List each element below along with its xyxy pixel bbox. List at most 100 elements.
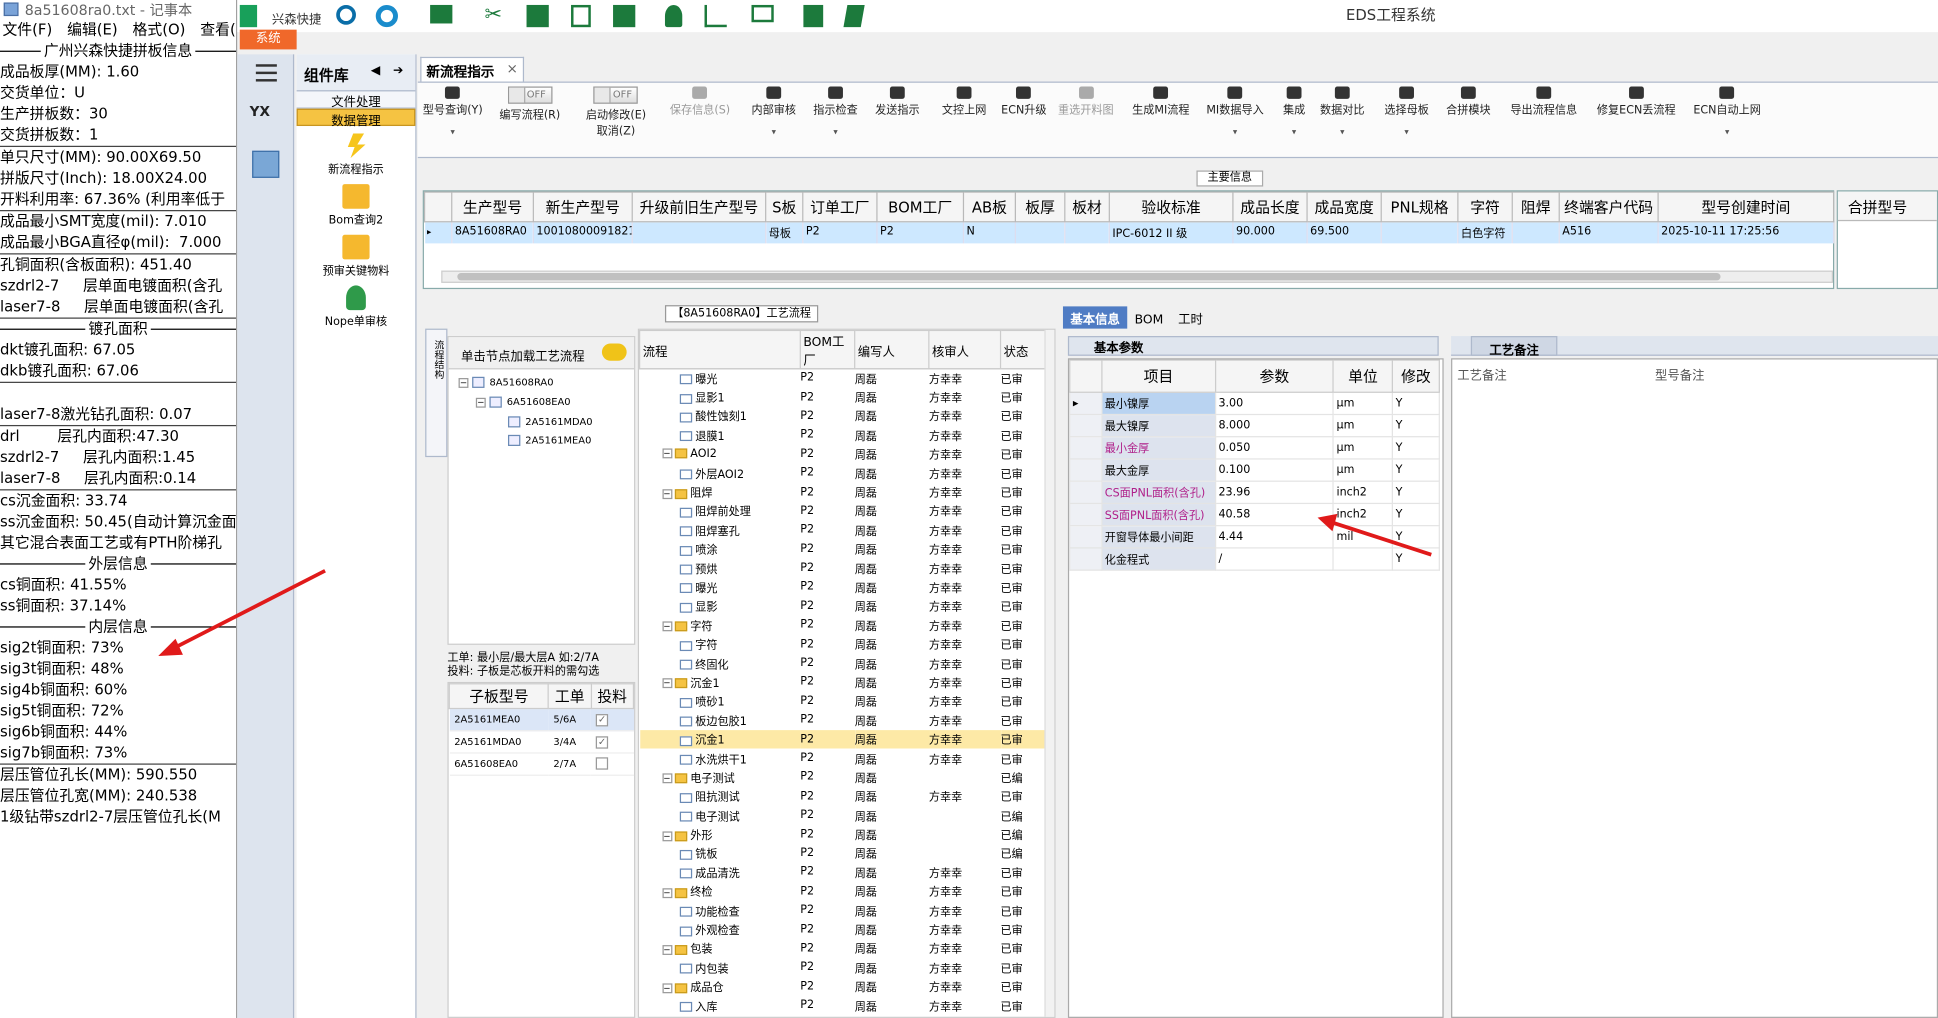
table-row[interactable]: 2A5161MEA0 5/6A ✓ — [449, 708, 634, 732]
search-icon[interactable] — [336, 4, 356, 25]
notepad-menu-item[interactable]: 格式(O) — [133, 21, 186, 38]
flow-row[interactable]: 板边包胶1 P2 周磊 方幸幸 已审 — [640, 711, 1048, 730]
param-value[interactable]: 3.00 — [1214, 391, 1335, 416]
tree-node-leaf[interactable]: 2A5161MDA0 — [507, 416, 593, 428]
ribbon-button[interactable]: 选择母板 ▾ — [1384, 86, 1429, 137]
flow-row[interactable]: 喷砂1 P2 周磊 方幸幸 已审 — [640, 692, 1048, 711]
flow-row[interactable]: 阻焊塞孔 P2 周磊 方幸幸 已审 — [640, 521, 1048, 540]
table-row[interactable]: ▸ 8A51608RA0 10010800091821 母板 P2 P2 N IPC-6012… — [424, 221, 1835, 243]
column-header[interactable]: 流程 — [639, 329, 801, 370]
flow-row[interactable]: 预烘 P2 周磊 方幸幸 已审 — [640, 559, 1048, 578]
flow-row[interactable]: − 包装 P2 周磊 方幸幸 已审 — [640, 939, 1048, 958]
param-row[interactable]: ▸ 最小镍厚 3.00 μm Y — [1069, 391, 1440, 416]
monitor-icon[interactable] — [751, 4, 774, 23]
column-header[interactable]: 成品宽度 — [1306, 191, 1382, 223]
flow-row[interactable]: − 电子测试 P2 周磊 已编 — [640, 768, 1048, 787]
column-header[interactable]: 单位 — [1332, 359, 1394, 393]
chevron-down-icon[interactable]: ▾ — [1384, 127, 1429, 137]
ribbon-button[interactable]: 数据对比 ▾ — [1320, 86, 1365, 137]
param-row[interactable]: 化金程式 / Y — [1069, 547, 1440, 571]
collapse-icon[interactable]: − — [661, 773, 672, 784]
column-header[interactable]: 板厚 — [1014, 191, 1066, 223]
chevron-down-icon[interactable]: ▾ — [1320, 127, 1365, 137]
column-header[interactable]: 板材 — [1064, 191, 1110, 223]
column-header[interactable]: BOM工厂 — [799, 329, 856, 370]
yx-logo[interactable]: YX — [250, 104, 270, 120]
ribbon-button[interactable]: 集成 ▾ — [1283, 86, 1305, 137]
flow-row[interactable]: 退膜1 P2 周磊 方幸幸 已审 — [640, 426, 1048, 445]
param-value[interactable]: 0.050 — [1214, 436, 1335, 460]
flow-row[interactable]: 终固化 P2 周磊 方幸幸 已审 — [640, 654, 1048, 673]
column-header[interactable]: PNL规格 — [1380, 191, 1459, 223]
ribbon-button[interactable]: 发送指示 — [875, 86, 920, 117]
flow-row[interactable]: − 终检 P2 周磊 方幸幸 已审 — [640, 882, 1048, 901]
tree-node-root[interactable]: − 8A51608RA0 — [458, 376, 553, 388]
column-header[interactable]: 验收标准 — [1108, 191, 1234, 223]
flow-row[interactable]: 外层AOI2 P2 周磊 方幸幸 已审 — [640, 464, 1048, 483]
column-header[interactable]: 修改 — [1391, 359, 1440, 393]
column-header[interactable]: 项目 — [1101, 359, 1216, 393]
info-tab[interactable]: 基本信息 — [1062, 306, 1128, 329]
column-header[interactable]: 参数 — [1214, 359, 1335, 393]
ribbon-button[interactable]: MI数据导入 ▾ — [1206, 86, 1264, 137]
flow-row[interactable]: 水洗烘干1 P2 周磊 方幸幸 已审 — [640, 749, 1048, 768]
notepad-menu-item[interactable]: 编辑(E) — [67, 21, 118, 38]
column-header[interactable]: 订单工厂 — [802, 191, 878, 223]
info-tab[interactable]: BOM — [1127, 311, 1170, 333]
flow-row[interactable]: 显影 P2 周磊 方幸幸 已审 — [640, 597, 1048, 616]
flow-row[interactable]: 阻焊前处理 P2 周磊 方幸幸 已审 — [640, 502, 1048, 521]
param-value[interactable]: / — [1214, 547, 1335, 571]
flow-row[interactable]: − AOI2 P2 周磊 方幸幸 已审 — [640, 445, 1048, 464]
flow-row[interactable]: 沉金1 P2 周磊 方幸幸 已审 — [639, 730, 1048, 750]
info-tab[interactable]: 工时 — [1171, 306, 1211, 328]
flow-row[interactable]: − 阻焊 P2 周磊 方幸幸 已审 — [640, 483, 1048, 502]
flow-row[interactable]: 曝光 P2 周磊 方幸幸 已审 — [640, 578, 1048, 597]
column-header[interactable]: 生产型号 — [451, 191, 534, 223]
flow-row[interactable]: 内包装 P2 周磊 方幸幸 已审 — [640, 958, 1048, 977]
item-bom-query2[interactable]: Bom查询2 — [297, 184, 416, 227]
notepad-menu-item[interactable]: 文件(F) — [2, 21, 52, 38]
column-header[interactable]: 升级前旧生产型号 — [631, 191, 767, 223]
ribbon-button[interactable]: OFF 启动修改(E) 取消(Z) — [586, 86, 646, 138]
flow-row[interactable]: 电子测试 P2 周磊 已编 — [640, 806, 1048, 825]
column-header[interactable]: 投料 — [590, 683, 635, 710]
flow-row[interactable]: 阻抗测试 P2 周磊 方幸幸 已审 — [640, 787, 1048, 806]
chevron-down-icon[interactable]: ▾ — [423, 127, 483, 137]
pin-icon[interactable]: ➔ — [393, 64, 403, 78]
vertical-scrollbar[interactable] — [1044, 329, 1055, 1017]
ribbon-button[interactable]: 导出流程信息 — [1510, 86, 1577, 117]
scrollbar-thumb[interactable] — [457, 273, 1721, 281]
horizontal-scrollbar[interactable] — [441, 270, 1833, 283]
flow-row[interactable]: 字符 P2 周磊 方幸幸 已审 — [640, 635, 1048, 654]
tree-node-leaf[interactable]: 2A5161MEA0 — [507, 434, 591, 446]
section-data-management[interactable]: 数据管理 — [296, 108, 416, 128]
flow-row[interactable]: 功能检查 P2 周磊 方幸幸 已审 — [640, 901, 1048, 920]
ribbon-button[interactable]: 生成MI流程 — [1132, 86, 1190, 117]
ribbon-button[interactable]: 指示检查 ▾ — [813, 86, 858, 137]
collapse-icon[interactable]: − — [661, 448, 672, 459]
tree-node-child[interactable]: − 6A51608EA0 — [475, 396, 571, 408]
chevron-down-icon[interactable]: ▾ — [1206, 127, 1263, 137]
ribbon-button[interactable]: 型号查询(Y) ▾ — [423, 86, 483, 137]
flow-row[interactable]: 成品清洗 P2 周磊 方幸幸 已审 — [640, 863, 1048, 882]
column-header[interactable]: S板 — [765, 191, 804, 223]
notepad-text-area[interactable]: 广州兴森快捷拼板信息 成品板厚(MM): 1.60 交货单位：U 生产拼板数：30 交货… — [0, 38, 237, 827]
ribbon-button[interactable]: ECN升级 — [1001, 86, 1047, 117]
flow-row[interactable]: 外观检查 P2 周磊 方幸幸 已审 — [640, 920, 1048, 939]
collapse-icon[interactable]: − — [661, 830, 672, 841]
book-icon[interactable] — [843, 4, 865, 28]
chevron-down-icon[interactable]: ▾ — [1283, 127, 1305, 137]
collapse-icon[interactable]: − — [661, 621, 672, 632]
column-header[interactable]: 阻焊 — [1511, 191, 1560, 223]
feed-checkbox[interactable]: ✓ — [595, 735, 609, 749]
ribbon-button[interactable]: 文控上网 — [942, 86, 986, 117]
table-row[interactable]: 6A51608EA0 2/7A — [449, 752, 634, 776]
feed-checkbox[interactable]: ✓ — [595, 713, 609, 726]
flow-row[interactable]: − 沉金1 P2 周磊 方幸幸 已审 — [640, 673, 1048, 692]
scissors-icon[interactable]: ✂ — [485, 2, 507, 27]
ribbon-button[interactable]: OFF 编写流程(R) — [499, 86, 560, 122]
flow-row[interactable]: − 字符 P2 周磊 方幸幸 已审 — [640, 616, 1048, 635]
flow-row[interactable]: 喷涂 P2 周磊 方幸幸 已审 — [640, 540, 1048, 559]
calculator-icon[interactable] — [252, 150, 280, 178]
chevron-down-icon[interactable]: ▾ — [1693, 127, 1761, 137]
